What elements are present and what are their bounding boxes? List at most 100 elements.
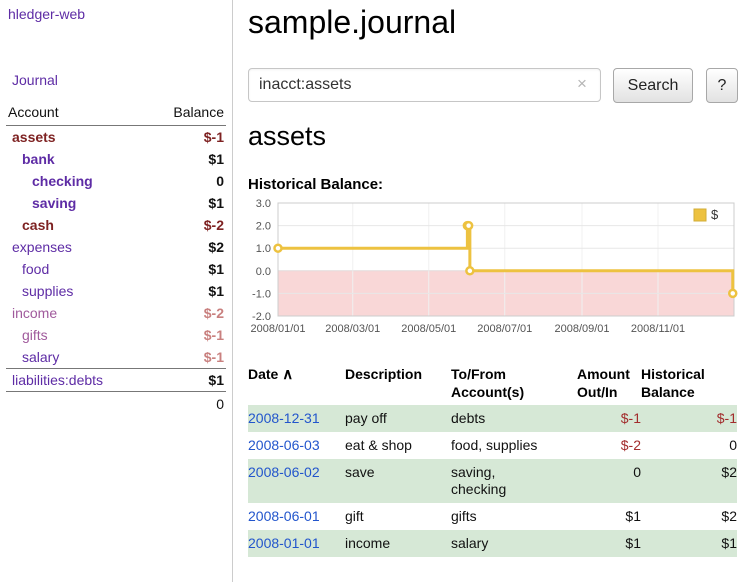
account-balance: $1	[208, 283, 224, 299]
account-link[interactable]: food	[8, 261, 49, 277]
x-axis-tick-label: 2008/11/01	[631, 323, 685, 335]
account-row: saving $1	[6, 192, 226, 214]
txn-date-link[interactable]: 2008-12-31	[248, 410, 320, 426]
txn-accounts: saving,checking	[451, 459, 577, 503]
accounts-table-header: Account Balance	[6, 104, 226, 126]
txn-date-link[interactable]: 2008-06-03	[248, 437, 320, 453]
txn-accounts: gifts	[451, 503, 577, 530]
column-header-balance: Historical Balance	[641, 362, 737, 405]
help-button[interactable]: ?	[706, 68, 738, 103]
accounts-header-line2: Account(s)	[451, 383, 577, 401]
account-balance: $1	[208, 195, 224, 211]
sidebar-item-journal[interactable]: Journal	[12, 72, 58, 88]
account-link[interactable]: salary	[8, 349, 59, 365]
account-row: liabilities:debts $1	[6, 368, 226, 392]
txn-historical-balance: $2	[641, 459, 737, 503]
app-brand-link[interactable]: hledger-web	[8, 6, 85, 22]
page-title: sample.journal	[248, 0, 456, 44]
account-balance: $1	[208, 151, 224, 167]
data-point-marker	[275, 245, 282, 252]
txn-row: 2008-06-02 savesaving,checking0$2	[248, 459, 737, 503]
txn-row: 2008-06-03eat & shopfood, supplies$-20	[248, 432, 737, 459]
y-axis-tick-label: 1.0	[256, 243, 271, 255]
y-axis-tick-label: 3.0	[256, 198, 271, 210]
account-row: gifts $-1	[6, 324, 226, 346]
account-link[interactable]: liabilities:debts	[8, 372, 103, 388]
account-balance: $-1	[204, 327, 224, 343]
search-button[interactable]: Search	[613, 68, 693, 103]
account-row: cash $-2	[6, 214, 226, 236]
x-axis-tick-label: 2008/05/01	[401, 323, 456, 335]
account-link[interactable]: assets	[8, 129, 56, 145]
txn-row: 2008-12-31pay offdebts$-1$-1	[248, 405, 737, 432]
y-axis-tick-label: 2.0	[256, 221, 271, 233]
account-row: food$1	[6, 258, 226, 280]
clear-search-icon[interactable]: ×	[577, 74, 587, 94]
account-balance: 0	[216, 173, 224, 189]
txn-amount: $-1	[577, 405, 641, 432]
accounts-panel: Account Balance assets $-1 bank $1 checking 0…	[6, 104, 226, 416]
txn-description: save	[345, 459, 451, 503]
amount-header-line2: Out/In	[577, 383, 641, 401]
balance-header-line2: Balance	[641, 383, 737, 401]
txn-historical-balance: $-1	[641, 405, 737, 432]
account-row: salary$-1	[6, 346, 226, 368]
account-row: checking 0	[6, 170, 226, 192]
account-balance: $-2	[204, 305, 224, 321]
x-axis-tick-label: 2008/09/01	[554, 323, 609, 335]
txn-date-link[interactable]: 2008-01-01	[248, 535, 320, 551]
account-row: expenses $2	[6, 236, 226, 258]
account-balance: $-1	[204, 129, 224, 145]
txn-historical-balance: $1	[641, 530, 737, 557]
search-input[interactable]	[248, 68, 601, 102]
txn-description: pay off	[345, 405, 451, 432]
account-link[interactable]: expenses	[8, 239, 72, 255]
txn-historical-balance: 0	[641, 432, 737, 459]
y-axis-tick-label: 0.0	[256, 266, 271, 278]
account-link[interactable]: income	[8, 305, 57, 321]
account-balance: $2	[208, 239, 224, 255]
txn-accounts: salary	[451, 530, 577, 557]
account-row: bank $1	[6, 148, 226, 170]
txn-historical-balance: $2	[641, 503, 737, 530]
x-axis-tick-label: 2008/03/01	[325, 323, 380, 335]
account-row: assets $-1	[6, 126, 226, 148]
x-axis-tick-label: 2008/07/01	[477, 323, 532, 335]
date-header-label: Date	[248, 366, 278, 382]
account-link[interactable]: checking	[8, 173, 93, 189]
historical-balance-chart[interactable]: 2008/01/01 2008/03/01 2008/05/01 2008/07/01…	[242, 197, 742, 337]
column-header-amount: Amount Out/In	[577, 362, 641, 405]
transactions-table: Date ∧ Description To/From Account(s) Am…	[248, 362, 737, 557]
txn-row: 2008-06-01 giftgifts$1$2	[248, 503, 737, 530]
column-header-accounts: To/From Account(s)	[451, 362, 577, 405]
account-link[interactable]: gifts	[8, 327, 48, 343]
txn-date-link[interactable]: 2008-06-02	[248, 464, 320, 480]
data-point-marker	[465, 222, 472, 229]
balance-column-header: Balance	[173, 104, 224, 120]
transactions-body: 2008-12-31pay offdebts$-1$-12008-06-03ea…	[248, 405, 737, 557]
txn-description: gift	[345, 503, 451, 530]
account-column-header: Account	[8, 104, 59, 120]
account-link[interactable]: supplies	[8, 283, 73, 299]
txn-amount: 0	[577, 459, 641, 503]
y-axis-tick-label: -2.0	[252, 311, 271, 323]
x-axis-tick-label: 2008/01/01	[250, 323, 305, 335]
data-point-marker	[729, 290, 736, 297]
account-link[interactable]: cash	[8, 217, 54, 233]
account-link[interactable]: saving	[8, 195, 76, 211]
txn-amount: $-2	[577, 432, 641, 459]
legend-swatch	[694, 209, 706, 221]
legend-label: $	[711, 207, 719, 222]
y-axis-tick-label: -1.0	[252, 288, 271, 300]
txn-amount: $1	[577, 503, 641, 530]
account-link[interactable]: bank	[8, 151, 55, 167]
accounts-total: 0	[6, 392, 226, 416]
account-balance: $-2	[204, 217, 224, 233]
txn-amount: $1	[577, 530, 641, 557]
column-header-description: Description	[345, 362, 451, 405]
txn-date-link[interactable]: 2008-06-01	[248, 508, 320, 524]
account-balance: $1	[208, 372, 224, 388]
column-header-date[interactable]: Date ∧	[248, 362, 345, 405]
search-form: × Search ?	[248, 68, 742, 104]
accounts-header-line1: To/From	[451, 365, 577, 383]
